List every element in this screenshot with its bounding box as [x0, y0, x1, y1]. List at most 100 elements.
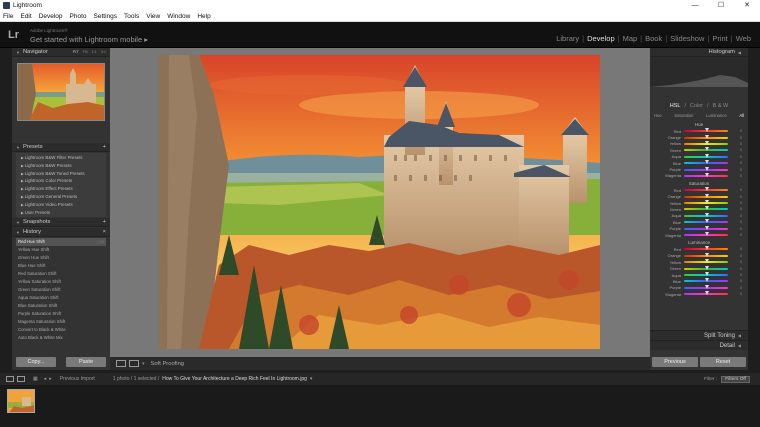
- slider-knob[interactable]: [705, 219, 709, 224]
- slider-knob[interactable]: [705, 187, 709, 192]
- add-snapshot-icon[interactable]: +: [103, 219, 106, 225]
- slider-knob[interactable]: [705, 284, 709, 289]
- split-toning-header[interactable]: Split Toning ◀: [650, 330, 748, 340]
- slider-track[interactable]: [684, 172, 728, 177]
- preset-folder[interactable]: ▶ Lightroom Color Presets: [16, 177, 106, 185]
- menu-photo[interactable]: Photo: [70, 13, 87, 20]
- slider-knob[interactable]: [705, 200, 709, 205]
- secondary-display-icon[interactable]: [17, 376, 25, 382]
- slider-knob[interactable]: [705, 291, 709, 296]
- navigator-preview[interactable]: [17, 63, 105, 121]
- hsl-panel-header[interactable]: HSL / Color / B & W: [650, 101, 748, 111]
- reset-button[interactable]: Reset: [700, 357, 746, 367]
- slider-track[interactable]: [684, 200, 728, 205]
- slider-knob[interactable]: [705, 193, 709, 198]
- slider-track[interactable]: [684, 160, 728, 165]
- slider-value[interactable]: 0: [728, 136, 742, 140]
- slider-track[interactable]: [684, 225, 728, 230]
- slider-value[interactable]: 0: [728, 155, 742, 159]
- history-step[interactable]: Green Hue Shift: [16, 254, 106, 262]
- saturation-subtab[interactable]: Saturation: [674, 111, 693, 120]
- preset-folder[interactable]: ▶ Lightroom Effect Presets: [16, 185, 106, 193]
- history-header[interactable]: ▼ History ×: [12, 228, 110, 238]
- slider-value[interactable]: 0: [728, 214, 742, 218]
- module-slideshow[interactable]: Slideshow: [667, 34, 707, 43]
- slider-value[interactable]: 0: [728, 174, 742, 178]
- menu-file[interactable]: File: [3, 13, 13, 20]
- add-preset-icon[interactable]: +: [103, 144, 106, 150]
- slider-value[interactable]: 0: [728, 168, 742, 172]
- module-library[interactable]: Library: [553, 34, 582, 43]
- snapshots-header[interactable]: ▼ Snapshots +: [12, 218, 110, 228]
- slider-knob[interactable]: [705, 278, 709, 283]
- slider-knob[interactable]: [705, 147, 709, 152]
- slider-track[interactable]: [684, 147, 728, 152]
- slider-value[interactable]: 0: [728, 233, 742, 237]
- preset-folder[interactable]: ▶ Lightroom B&W Filter Presets: [16, 154, 106, 162]
- hsl-tab[interactable]: HSL: [670, 101, 681, 111]
- current-filename[interactable]: How To Give Your Architecture a Deep Ric…: [162, 376, 307, 382]
- slider-track[interactable]: [684, 134, 728, 139]
- slider-knob[interactable]: [705, 206, 709, 211]
- copy-button[interactable]: Copy...: [16, 357, 56, 367]
- nav-back-icon[interactable]: ◂: [44, 376, 47, 382]
- hue-subtab[interactable]: Hue: [654, 111, 662, 120]
- slider-knob[interactable]: [705, 246, 709, 251]
- slider-track[interactable]: [684, 278, 728, 283]
- slider-value[interactable]: 0: [728, 273, 742, 277]
- history-step[interactable]: Blue Hue Shift: [16, 262, 106, 270]
- previous-button[interactable]: Previous: [652, 357, 698, 367]
- luminance-subtab[interactable]: Luminance: [706, 111, 727, 120]
- filmstrip-view-icon[interactable]: [6, 376, 14, 382]
- slider-track[interactable]: [684, 166, 728, 171]
- slider-knob[interactable]: [705, 252, 709, 257]
- detail-header[interactable]: Detail ◀: [650, 340, 748, 350]
- slider-value[interactable]: 0: [728, 207, 742, 211]
- menu-edit[interactable]: Edit: [20, 13, 31, 20]
- grid-icon[interactable]: ▦: [33, 376, 38, 382]
- filename-dropdown-icon[interactable]: ▾: [310, 376, 313, 382]
- slider-value[interactable]: 0: [728, 267, 742, 271]
- slider-knob[interactable]: [705, 232, 709, 237]
- menu-view[interactable]: View: [146, 13, 160, 20]
- slider-track[interactable]: [684, 259, 728, 264]
- history-step[interactable]: Magenta Saturation Shift: [16, 318, 106, 326]
- slider-value[interactable]: 0: [728, 195, 742, 199]
- slider-track[interactable]: [684, 272, 728, 276]
- left-panel-edge[interactable]: [0, 48, 12, 370]
- slider-knob[interactable]: [705, 212, 709, 217]
- module-map[interactable]: Map: [620, 34, 641, 43]
- history-step[interactable]: Yellow Hue Shift: [16, 246, 106, 254]
- filter-select[interactable]: Filters Off: [721, 375, 750, 383]
- slider-value[interactable]: 0: [728, 148, 742, 152]
- preset-folder[interactable]: ▶ Lightroom Video Presets: [16, 201, 106, 209]
- nav-forward-icon[interactable]: ▸: [49, 376, 52, 382]
- slider-knob[interactable]: [705, 172, 709, 177]
- module-book[interactable]: Book: [642, 34, 665, 43]
- close-button[interactable]: ✕: [734, 0, 760, 11]
- preset-folder[interactable]: ▶ Lightroom B&W Toned Presets: [16, 170, 106, 178]
- slider-knob[interactable]: [705, 265, 709, 270]
- slider-knob[interactable]: [705, 225, 709, 230]
- presets-header[interactable]: ▼ Presets +: [12, 143, 110, 152]
- soft-proofing-toggle[interactable]: Soft Proofing: [151, 361, 185, 367]
- bw-tab[interactable]: B & W: [713, 101, 729, 111]
- all-subtab[interactable]: All: [739, 111, 744, 120]
- history-step[interactable]: Convert to Black & White: [16, 326, 106, 334]
- history-step[interactable]: Red Hue Shift +28: [16, 238, 106, 247]
- slider-value[interactable]: 0: [728, 292, 742, 296]
- previous-import-label[interactable]: Previous Import: [60, 376, 95, 382]
- slider-track[interactable]: [684, 153, 728, 158]
- mobile-promo-link[interactable]: Get started with Lightroom mobile ▸: [30, 35, 148, 44]
- slider-track[interactable]: [684, 128, 728, 133]
- slider-track[interactable]: [684, 193, 728, 198]
- history-step[interactable]: Aqua Saturation Shift: [16, 294, 106, 302]
- slider-value[interactable]: 0: [728, 142, 742, 146]
- slider-value[interactable]: 0: [728, 254, 742, 258]
- slider-knob[interactable]: [705, 134, 709, 139]
- slider-track[interactable]: [684, 140, 728, 145]
- slider-knob[interactable]: [705, 128, 709, 133]
- slider-value[interactable]: 0: [728, 161, 742, 165]
- history-step[interactable]: Yellow Saturation Shift: [16, 278, 106, 286]
- slider-knob[interactable]: [705, 153, 709, 158]
